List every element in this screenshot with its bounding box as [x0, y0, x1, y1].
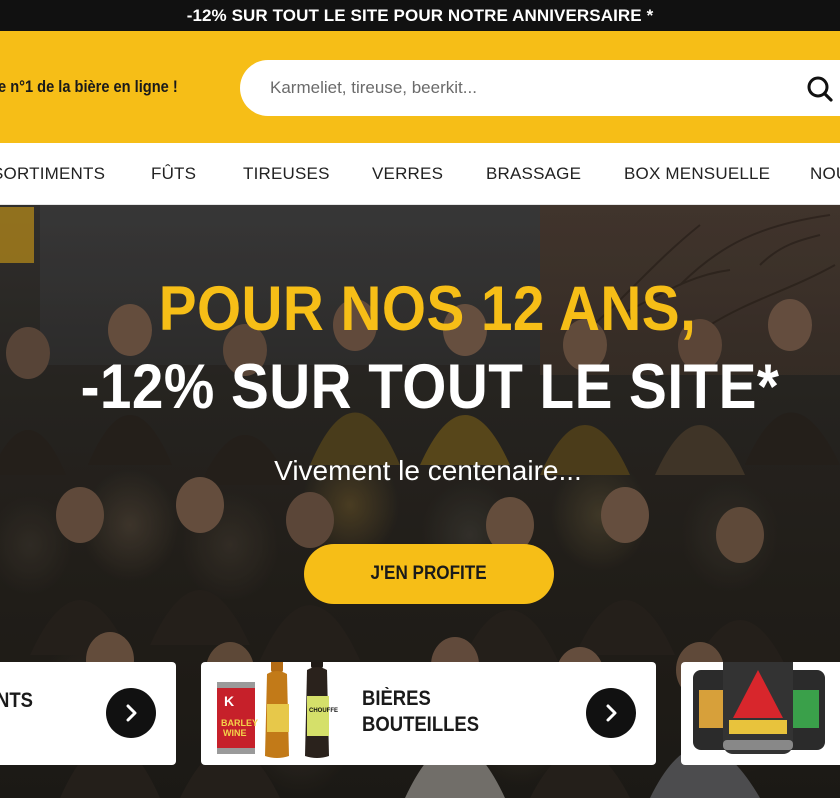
nav-item-brassage[interactable]: BRASSAGE — [486, 143, 581, 205]
category-arrow-button[interactable] — [106, 688, 156, 738]
hero-title-line2: -12% SUR TOUT LE SITE* — [80, 352, 780, 422]
hero-banner: POUR NOS 12 ANS, -12% SUR TOUT LE SITE* … — [0, 205, 840, 798]
can-text-line2: WINE — [223, 728, 247, 738]
beer-bottles-image: K BARLEY WINE CHOUFFE — [217, 662, 338, 758]
hero-title-line1: POUR NOS 12 ANS, — [158, 274, 697, 344]
hero-cta-button[interactable]: J'EN PROFITE — [304, 544, 554, 604]
category-card-assortiments[interactable]: NTS — [0, 662, 176, 765]
search-bar[interactable] — [240, 60, 840, 116]
promo-text: -12% SUR TOUT LE SITE POUR NOTRE ANNIVER… — [186, 5, 654, 25]
hero-subtitle: Vivement le centenaire... — [274, 455, 582, 486]
beer-kegs-image — [693, 662, 825, 754]
bottle-label: CHOUFFE — [309, 708, 338, 714]
category-card-label: NTS — [0, 689, 33, 712]
category-card-label-line2: BOUTEILLES — [362, 713, 480, 736]
site-header: e n°1 de la bière en ligne ! — [0, 31, 840, 143]
category-card-bieres-bouteilles[interactable]: K BARLEY WINE CHOUFFE BIÈRES BOUTEILLES — [201, 662, 656, 765]
nav-item-assortiments[interactable]: SORTIMENTS — [0, 143, 105, 205]
can-text-line1: BARLEY — [221, 718, 258, 728]
site-tagline: e n°1 de la bière en ligne ! — [0, 77, 178, 96]
nav-item-tireuses[interactable]: TIREUSES — [243, 143, 330, 205]
nav-item-verres[interactable]: VERRES — [372, 143, 443, 205]
nav-item-box-mensuelle[interactable]: BOX MENSUELLE — [624, 143, 770, 205]
category-card-futs[interactable] — [681, 662, 840, 765]
main-nav: SORTIMENTS FÛTS TIREUSES VERRES BRASSAGE… — [0, 143, 840, 205]
category-arrow-button[interactable] — [586, 688, 636, 738]
search-input[interactable] — [270, 60, 790, 116]
search-icon[interactable] — [806, 75, 834, 103]
category-card-label-line1: BIÈRES — [362, 687, 431, 710]
hero-cta-label: J'EN PROFITE — [370, 563, 488, 584]
nav-item-futs[interactable]: FÛTS — [151, 143, 196, 205]
can-brand-label: K — [224, 693, 234, 709]
chevron-right-icon — [126, 704, 137, 722]
promo-bar[interactable]: -12% SUR TOUT LE SITE POUR NOTRE ANNIVER… — [0, 0, 840, 31]
chevron-right-icon — [606, 704, 617, 722]
nav-item-nouveautes[interactable]: NOU — [810, 143, 840, 205]
